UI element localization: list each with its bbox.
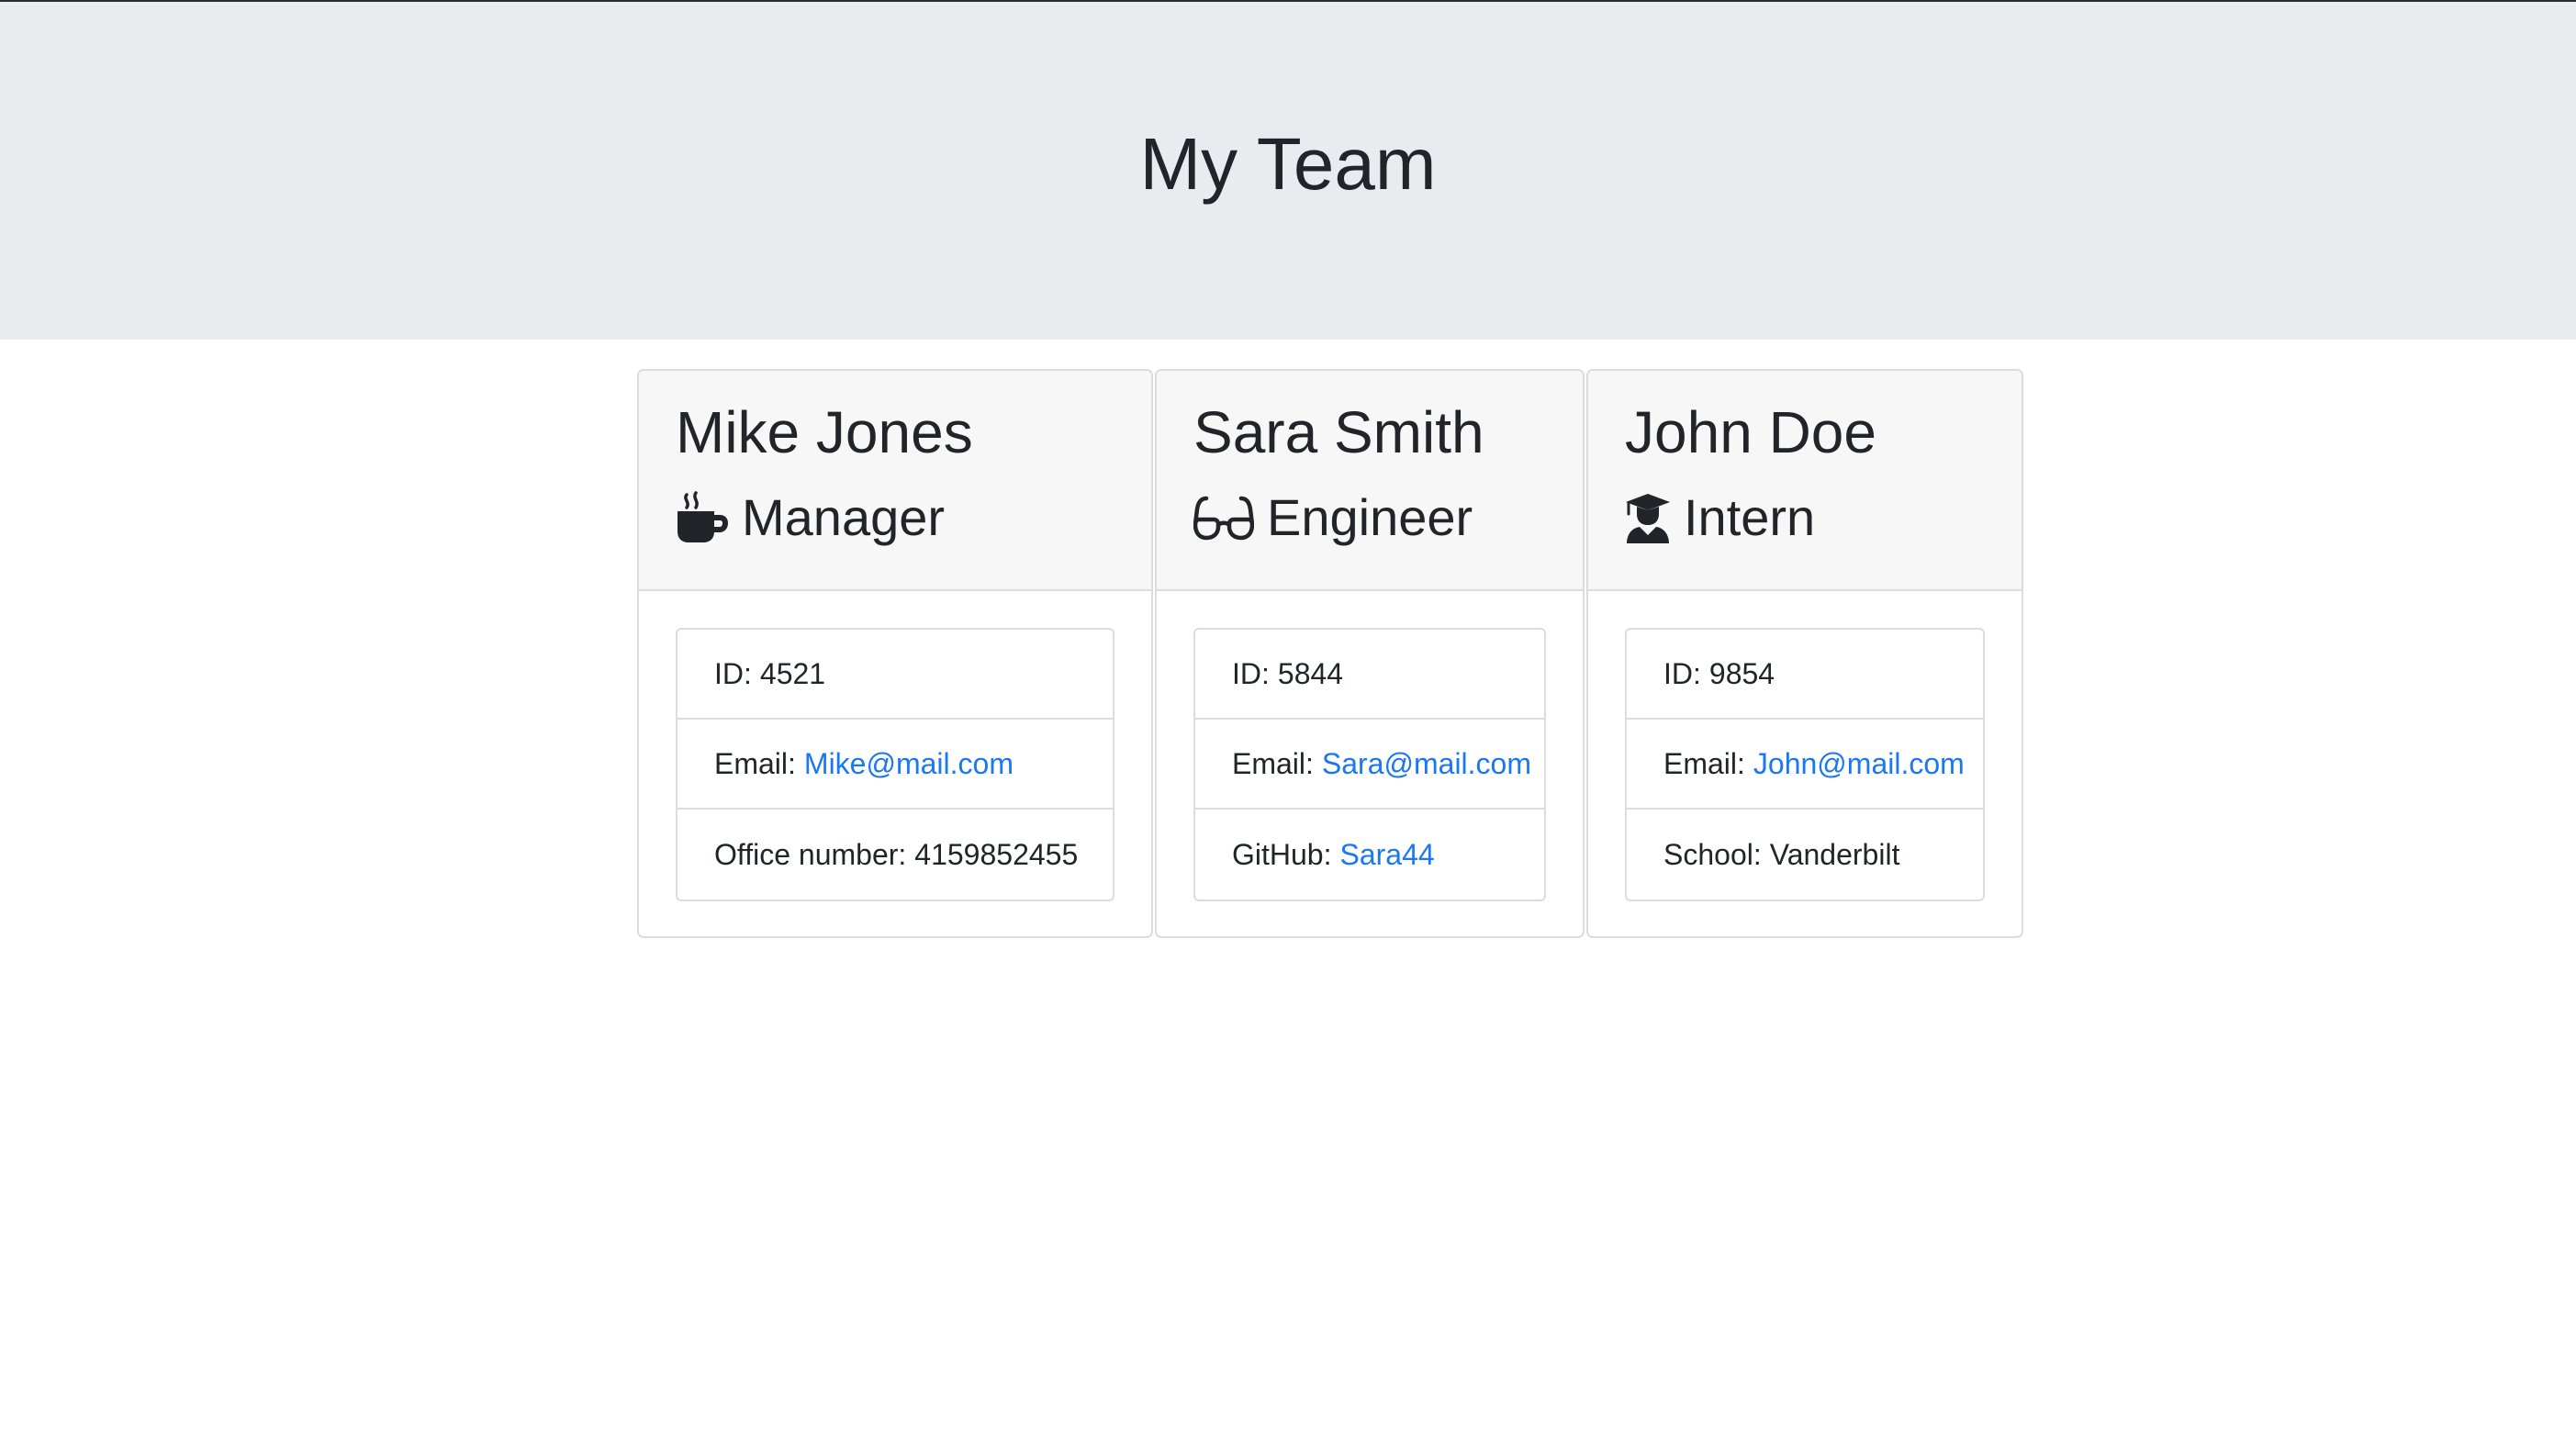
id-label: ID: — [1232, 656, 1270, 690]
employee-card-engineer: Sara Smith Engineer ID: 5844 Email: Sara… — [1155, 369, 1585, 938]
employee-card-intern: John Doe Intern ID: 9854 Email: John@mai… — [1586, 369, 2023, 938]
school-value: Vanderbilt — [1769, 837, 1900, 871]
info-list: ID: 5844 Email: Sara@mail.com GitHub: Sa… — [1193, 628, 1546, 901]
office-number-item: Office number: 4159852455 — [678, 810, 1113, 899]
office-number-value: 4159852455 — [914, 837, 1079, 871]
office-number-label: Office number: — [714, 837, 907, 871]
id-item: ID: 4521 — [678, 630, 1113, 720]
role-label: Intern — [1684, 488, 1816, 546]
email-item: Email: John@mail.com — [1627, 720, 1983, 810]
employee-role: Intern — [1625, 487, 1985, 547]
email-link[interactable]: Sara@mail.com — [1322, 747, 1531, 781]
email-item: Email: Mike@mail.com — [678, 720, 1113, 810]
page-title: My Team — [1139, 123, 1437, 205]
card-header: John Doe Intern — [1588, 371, 2022, 591]
team-cards: Mike Jones Manager ID: 4521 Email: Mike@… — [637, 369, 2025, 938]
card-body: ID: 4521 Email: Mike@mail.com Office num… — [639, 591, 1151, 936]
school-label: School: — [1663, 837, 1762, 871]
email-label: Email: — [1663, 746, 1745, 780]
card-header: Sara Smith Engineer — [1157, 371, 1583, 591]
employee-role: Manager — [676, 487, 1114, 547]
id-value: 5844 — [1277, 656, 1344, 690]
employee-name: John Doe — [1625, 399, 1876, 465]
id-label: ID: — [1663, 656, 1701, 690]
glasses-icon — [1193, 495, 1254, 541]
github-item: GitHub: Sara44 — [1195, 810, 1544, 899]
info-list: ID: 9854 Email: John@mail.com School: Va… — [1625, 628, 1985, 901]
card-header: Mike Jones Manager — [639, 371, 1151, 591]
email-label: Email: — [1232, 746, 1314, 780]
graduate-icon — [1625, 492, 1671, 543]
coffee-mug-icon — [676, 490, 729, 544]
id-item: ID: 5844 — [1195, 630, 1544, 720]
email-label: Email: — [714, 746, 796, 780]
info-list: ID: 4521 Email: Mike@mail.com Office num… — [676, 628, 1114, 901]
employee-card-manager: Mike Jones Manager ID: 4521 Email: Mike@… — [637, 369, 1153, 938]
email-item: Email: Sara@mail.com — [1195, 720, 1544, 810]
email-link[interactable]: John@mail.com — [1753, 747, 1965, 781]
card-body: ID: 5844 Email: Sara@mail.com GitHub: Sa… — [1157, 591, 1583, 936]
page-header: My Team — [0, 2, 2576, 340]
employee-name: Sara Smith — [1193, 399, 1484, 465]
role-label: Manager — [742, 488, 946, 546]
employee-role: Engineer — [1193, 487, 1546, 547]
card-body: ID: 9854 Email: John@mail.com School: Va… — [1588, 591, 2022, 936]
employee-name: Mike Jones — [676, 399, 973, 465]
github-link[interactable]: Sara44 — [1339, 838, 1434, 872]
github-label: GitHub: — [1232, 837, 1332, 871]
id-label: ID: — [714, 656, 752, 690]
id-value: 4521 — [759, 656, 826, 690]
id-item: ID: 9854 — [1627, 630, 1983, 720]
email-link[interactable]: Mike@mail.com — [804, 747, 1014, 781]
id-value: 9854 — [1708, 656, 1775, 690]
role-label: Engineer — [1267, 488, 1473, 546]
school-item: School: Vanderbilt — [1627, 810, 1983, 899]
